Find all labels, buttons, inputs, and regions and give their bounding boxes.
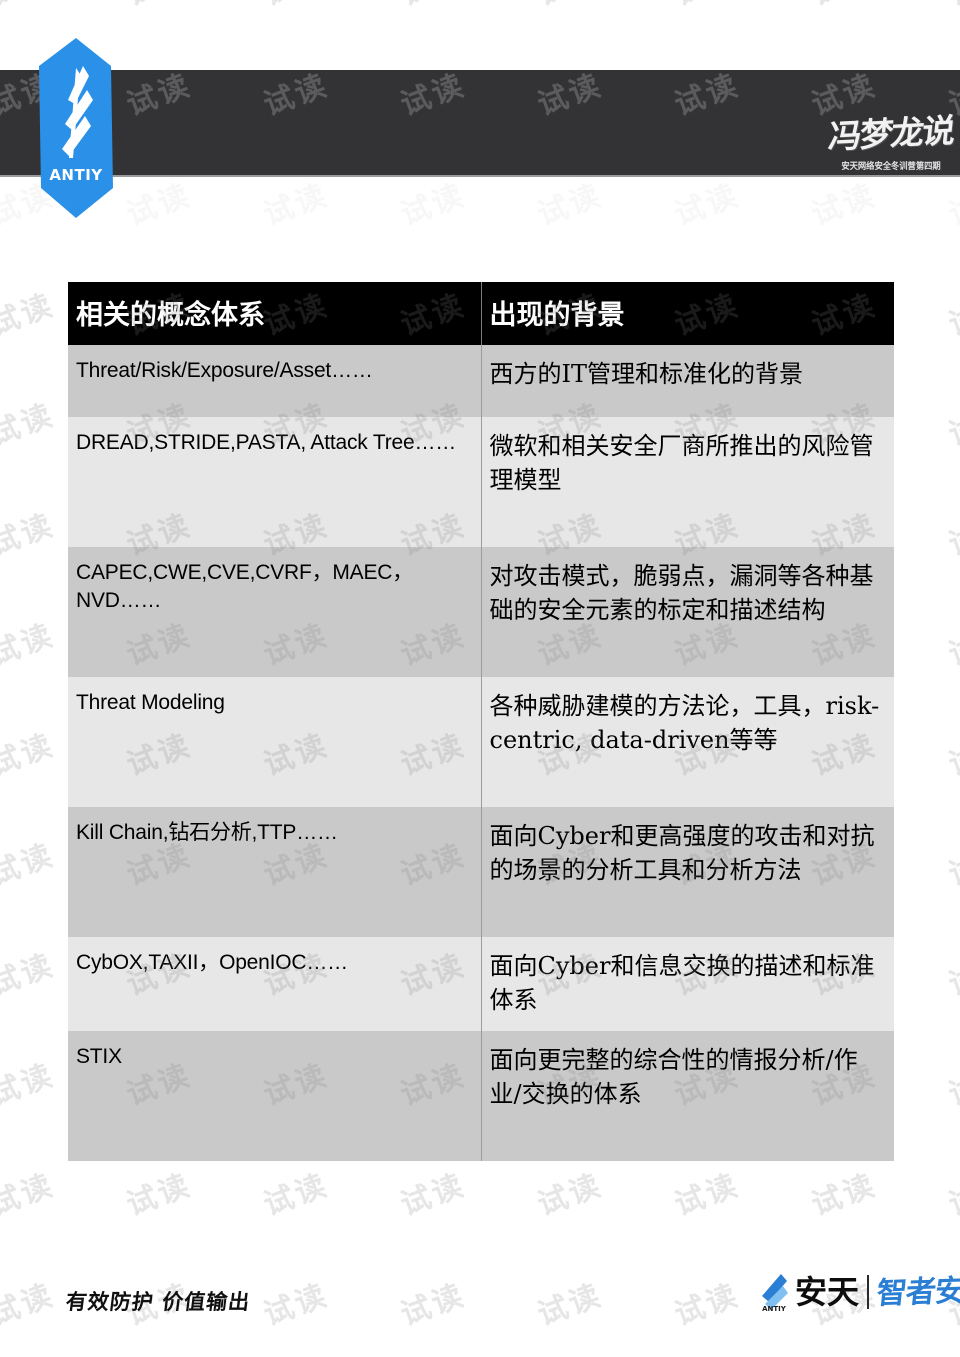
watermark-text: 试读 <box>0 507 60 564</box>
cell-context: 微软和相关安全厂商所推出的风险管理模型 <box>481 417 894 547</box>
column-header-context: 出现的背景 <box>481 282 894 345</box>
footer-brand-tagline: 智者安天下 <box>874 1271 960 1312</box>
cell-concept: STIX <box>68 1031 482 1162</box>
watermark-text: 试读 <box>944 1057 960 1114</box>
table-row: Threat Modeling 各种威胁建模的方法论，工具，risk-centri… <box>68 677 894 807</box>
table-row: Threat/Risk/Exposure/Asset…… 西方的IT管理和标准化的… <box>68 345 894 417</box>
watermark-text: 试读 <box>0 1277 60 1334</box>
footer-brand-divider <box>867 1275 870 1309</box>
table-row: CAPEC,CWE,CVE,CVRF，MAEC，NVD…… 对攻击模式，脆弱点，漏… <box>68 547 894 677</box>
watermark-text: 试读 <box>396 177 471 234</box>
watermark-text: 试读 <box>259 1167 334 1224</box>
footer-brand-lockup: ANTIY 安天 智者安天下 <box>757 1268 960 1316</box>
watermark-text: 试读 <box>944 947 960 1004</box>
watermark-text: 试读 <box>259 177 334 234</box>
watermark-text: 试读 <box>944 1167 960 1224</box>
watermark-text: 试读 <box>944 177 960 234</box>
watermark-text: 试读 <box>0 1057 60 1114</box>
cell-context: 各种威胁建模的方法论，工具，risk-centric, data-driven等… <box>481 677 894 807</box>
watermark-text: 试读 <box>533 1167 608 1224</box>
watermark-text: 试读 <box>0 397 60 454</box>
watermark-text: 试读 <box>396 1277 471 1334</box>
table-body: Threat/Risk/Exposure/Asset…… 西方的IT管理和标准化的… <box>68 345 894 1162</box>
watermark-text: 试读 <box>944 287 960 344</box>
column-header-concept: 相关的概念体系 <box>68 282 482 345</box>
antiy-mark-icon: ANTIY <box>762 1274 788 1312</box>
cell-concept: CAPEC,CWE,CVE,CVRF，MAEC，NVD…… <box>68 547 482 677</box>
watermark-text: 试读 <box>670 177 745 234</box>
table-header: 相关的概念体系 出现的背景 <box>68 282 894 345</box>
watermark-text: 试读 <box>941 0 960 14</box>
watermark-text: 试读 <box>944 397 960 454</box>
watermark-text: 试读 <box>0 837 60 894</box>
watermark-text: 试读 <box>119 0 196 14</box>
watermark-text: 试读 <box>393 0 470 14</box>
cell-context: 西方的IT管理和标准化的背景 <box>481 345 894 417</box>
cell-context: 对攻击模式，脆弱点，漏洞等各种基础的安全元素的标定和描述结构 <box>481 547 894 677</box>
watermark-text: 试读 <box>256 0 333 14</box>
table-row: CybOX,TAXII，OpenIOC…… 面向Cyber和信息交换的描述和标准体… <box>68 937 894 1032</box>
cell-context: 面向Cyber和信息交换的描述和标准体系 <box>481 937 894 1032</box>
header-underline <box>0 175 960 177</box>
header-band <box>0 70 960 175</box>
watermark-text: 试读 <box>259 1277 334 1334</box>
watermark-text: 试读 <box>670 1277 745 1334</box>
footer-slogan: 有效防护 价值输出 <box>64 1290 252 1314</box>
table-row: STIX 面向更完整的综合性的情报分析/作业/交换的体系 <box>68 1031 894 1162</box>
watermark-text: 试读 <box>944 727 960 784</box>
cell-concept: DREAD,STRIDE,PASTA, Attack Tree…… <box>68 417 482 547</box>
watermark-text: 试读 <box>122 1167 197 1224</box>
course-seal-title: 冯梦龙说 <box>826 110 956 157</box>
watermark-text: 试读 <box>0 617 60 674</box>
cell-context: 面向Cyber和更高强度的攻击和对抗的场景的分析工具和分析方法 <box>481 807 894 937</box>
watermark-text: 试读 <box>807 177 882 234</box>
antiy-logo-badge: ANTIY <box>39 38 113 218</box>
cell-concept: Kill Chain,钻石分析,TTP…… <box>68 807 482 937</box>
table-row: DREAD,STRIDE,PASTA, Attack Tree…… 微软和相关安全… <box>68 417 894 547</box>
watermark-text: 试读 <box>944 507 960 564</box>
cell-concept: Threat Modeling <box>68 677 482 807</box>
watermark-text: 试读 <box>0 1167 60 1224</box>
svg-text:ANTIY: ANTIY <box>762 1305 787 1312</box>
watermark-text: 试读 <box>530 0 607 14</box>
watermark-text: 试读 <box>944 837 960 894</box>
table-header-row: 相关的概念体系 出现的背景 <box>68 282 894 345</box>
watermark-text: 试读 <box>0 947 60 1004</box>
watermark-text: 试读 <box>0 727 60 784</box>
footer-brand-name: 安天 <box>795 1273 860 1311</box>
watermark-text: 试读 <box>122 177 197 234</box>
cell-concept: CybOX,TAXII，OpenIOC…… <box>68 937 482 1032</box>
watermark-text: 试读 <box>804 0 881 14</box>
watermark-text: 试读 <box>944 617 960 674</box>
cell-context: 面向更完整的综合性的情报分析/作业/交换的体系 <box>481 1031 894 1162</box>
cell-concept: Threat/Risk/Exposure/Asset…… <box>68 345 482 417</box>
watermark-text: 试读 <box>396 1167 471 1224</box>
antiy-badge-icon: ANTIY <box>39 38 113 218</box>
watermark-text: 试读 <box>667 0 744 14</box>
watermark-text: 试读 <box>0 0 60 14</box>
course-seal-logo: 冯梦龙说 安天网络安全冬训营第四期 <box>826 78 956 172</box>
watermark-text: 试读 <box>0 287 60 344</box>
svg-text:ANTIY: ANTIY <box>49 166 103 184</box>
watermark-text: 试读 <box>533 1277 608 1334</box>
watermark-text: 试读 <box>533 177 608 234</box>
table-row: Kill Chain,钻石分析,TTP…… 面向Cyber和更高强度的攻击和对抗的… <box>68 807 894 937</box>
watermark-text: 试读 <box>670 1167 745 1224</box>
watermark-text: 试读 <box>807 1167 882 1224</box>
course-seal-subtitle: 安天网络安全冬训营第四期 <box>841 162 941 172</box>
concept-system-table: 相关的概念体系 出现的背景 Threat/Risk/Exposure/Asset… <box>68 282 894 1162</box>
